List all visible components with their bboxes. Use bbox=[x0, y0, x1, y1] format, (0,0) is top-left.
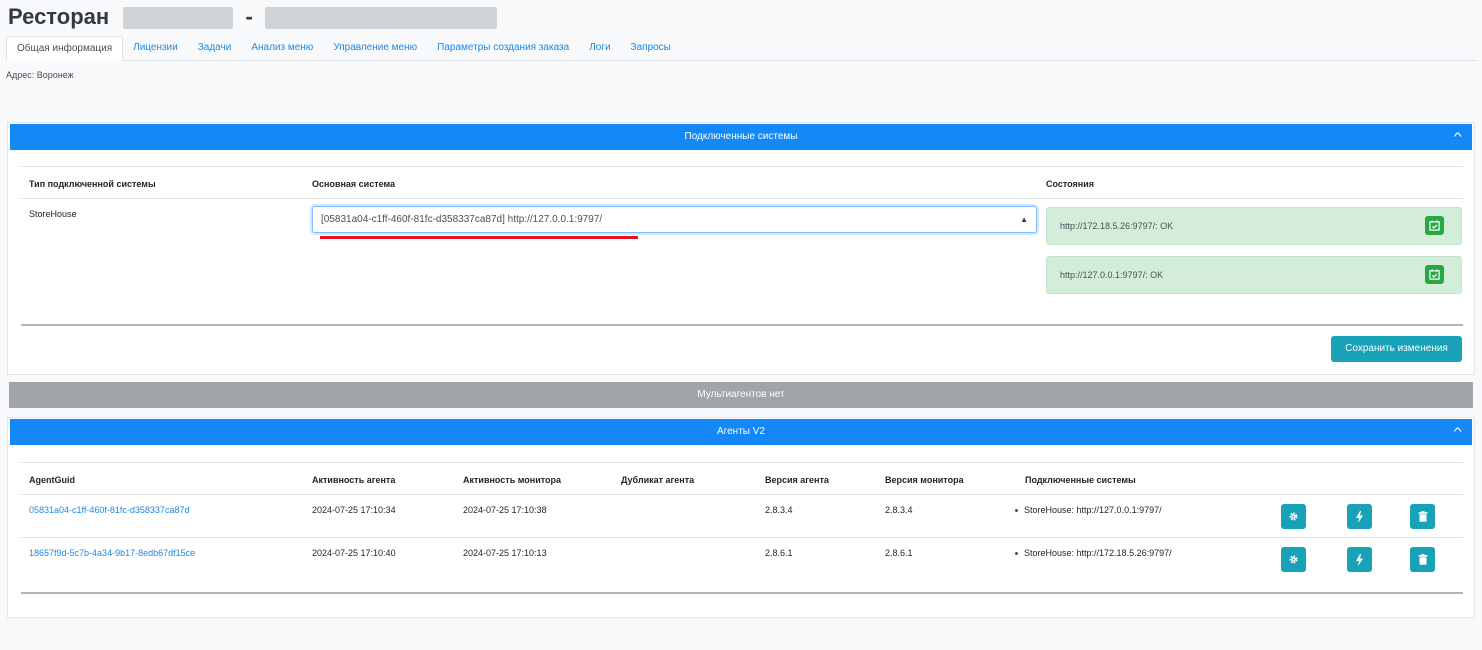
agent-activity-value: 2024-07-25 17:10:34 bbox=[312, 505, 396, 515]
agents-title: Агенты V2 bbox=[717, 426, 765, 437]
monitor-version-value: 2.8.6.1 bbox=[885, 548, 913, 558]
connected-system-text: StoreHouse: http://127.0.0.1:9797/ bbox=[1024, 505, 1162, 515]
redacted-restaurant-name bbox=[123, 7, 234, 30]
tab-order-parameters[interactable]: Параметры создания заказа bbox=[427, 36, 579, 60]
trash-icon[interactable] bbox=[1410, 547, 1435, 572]
agent-version-value: 2.8.3.4 bbox=[765, 505, 793, 515]
calendar-check-icon[interactable] bbox=[1425, 216, 1444, 235]
connected-system-text: StoreHouse: http://172.18.5.26:9797/ bbox=[1024, 548, 1172, 558]
status-text: http://172.18.5.26:9797/: OK bbox=[1060, 221, 1174, 231]
connected-systems-header[interactable]: Подключенные системы ^ bbox=[10, 124, 1472, 150]
multiagents-header: Мультиагентов нет bbox=[9, 382, 1473, 408]
agents-table-top-divider bbox=[21, 462, 1463, 463]
page-title: Ресторан - bbox=[8, 3, 497, 31]
column-header-agent-guid: AgentGuid bbox=[29, 475, 75, 485]
tab-menu-management[interactable]: Управление меню bbox=[323, 36, 427, 60]
agents-header[interactable]: Агенты V2 ^ bbox=[10, 419, 1472, 445]
status-text: http://127.0.0.1:9797/: OK bbox=[1060, 270, 1164, 280]
annotation-underline bbox=[320, 236, 638, 239]
select-caret-icon: ▲ bbox=[1020, 215, 1028, 224]
connected-systems-title: Подключенные системы bbox=[684, 131, 798, 142]
agent-guid-link[interactable]: 05831a04-c1ff-460f-81fc-d358337ca87d bbox=[29, 505, 189, 515]
table-top-divider bbox=[21, 166, 1463, 167]
column-header-connected-systems: Подключенные системы bbox=[1025, 475, 1136, 485]
tab-licenses[interactable]: Лицензии bbox=[123, 36, 188, 60]
row-divider bbox=[21, 537, 1463, 538]
bolt-icon[interactable] bbox=[1347, 547, 1372, 572]
main-system-select[interactable]: [05831a04-c1ff-460f-81fc-d358337ca87d] h… bbox=[312, 206, 1037, 233]
connected-systems-card: Подключенные системы ^ Тип подключенной … bbox=[7, 122, 1475, 375]
chevron-up-icon[interactable]: ^ bbox=[1453, 124, 1461, 150]
bullet-icon bbox=[1015, 509, 1018, 513]
save-changes-button[interactable]: Сохранить изменения bbox=[1331, 336, 1462, 362]
connected-system-item: StoreHouse: http://127.0.0.1:9797/ bbox=[1015, 505, 1162, 515]
title-separator: - bbox=[245, 4, 253, 29]
main-system-selected-value: [05831a04-c1ff-460f-81fc-d358337ca87d] h… bbox=[321, 214, 603, 225]
multiagents-card: Мультиагентов нет bbox=[7, 381, 1475, 411]
multiagents-title: Мультиагентов нет bbox=[697, 389, 785, 400]
column-header-monitor-version: Версия монитора bbox=[885, 475, 964, 485]
agents-table-bottom-divider bbox=[21, 592, 1463, 594]
column-header-type: Тип подключенной системы bbox=[29, 179, 156, 189]
agent-guid-link[interactable]: 18657f9d-5c7b-4a34-9b17-8edb67df15ce bbox=[29, 548, 195, 558]
trash-icon[interactable] bbox=[1410, 504, 1435, 529]
tab-menu-analysis[interactable]: Анализ меню bbox=[241, 36, 323, 60]
column-header-duplicate: Дубликат агента bbox=[621, 475, 695, 485]
agent-activity-value: 2024-07-25 17:10:40 bbox=[312, 548, 396, 558]
tab-tasks[interactable]: Задачи bbox=[188, 36, 242, 60]
tab-general-info[interactable]: Общая информация bbox=[6, 36, 124, 61]
agent-version-value: 2.8.6.1 bbox=[765, 548, 793, 558]
agents-card: Агенты V2 ^ AgentGuid Активность агента … bbox=[7, 417, 1475, 618]
address-text: Адрес: Воронеж bbox=[6, 70, 74, 80]
column-header-agent-activity: Активность агента bbox=[312, 475, 396, 485]
page-title-text: Ресторан bbox=[8, 4, 110, 29]
column-header-main-system: Основная система bbox=[312, 179, 396, 189]
gear-icon[interactable] bbox=[1281, 547, 1306, 572]
table-bottom-divider bbox=[21, 324, 1463, 326]
table-header-divider bbox=[21, 198, 1463, 199]
tab-bar: Общая информация Лицензии Задачи Анализ … bbox=[6, 36, 1476, 61]
bullet-icon bbox=[1015, 552, 1018, 556]
monitor-activity-value: 2024-07-25 17:10:38 bbox=[463, 505, 547, 515]
gear-icon[interactable] bbox=[1281, 504, 1306, 529]
tab-logs[interactable]: Логи bbox=[579, 36, 620, 60]
status-item: http://127.0.0.1:9797/: OK bbox=[1046, 256, 1462, 294]
bolt-icon[interactable] bbox=[1347, 504, 1372, 529]
chevron-up-icon[interactable]: ^ bbox=[1453, 419, 1461, 445]
agents-table-header-divider bbox=[21, 494, 1463, 495]
tab-requests[interactable]: Запросы bbox=[621, 36, 681, 60]
status-item: http://172.18.5.26:9797/: OK bbox=[1046, 207, 1462, 245]
redacted-restaurant-detail bbox=[264, 7, 497, 30]
monitor-activity-value: 2024-07-25 17:10:13 bbox=[463, 548, 547, 558]
monitor-version-value: 2.8.3.4 bbox=[885, 505, 913, 515]
column-header-agent-version: Версия агента bbox=[765, 475, 829, 485]
system-type-value: StoreHouse bbox=[29, 209, 77, 219]
calendar-check-icon[interactable] bbox=[1425, 265, 1444, 284]
connected-system-item: StoreHouse: http://172.18.5.26:9797/ bbox=[1015, 548, 1172, 558]
column-header-monitor-activity: Активность монитора bbox=[463, 475, 562, 485]
column-header-states: Состояния bbox=[1046, 179, 1095, 189]
